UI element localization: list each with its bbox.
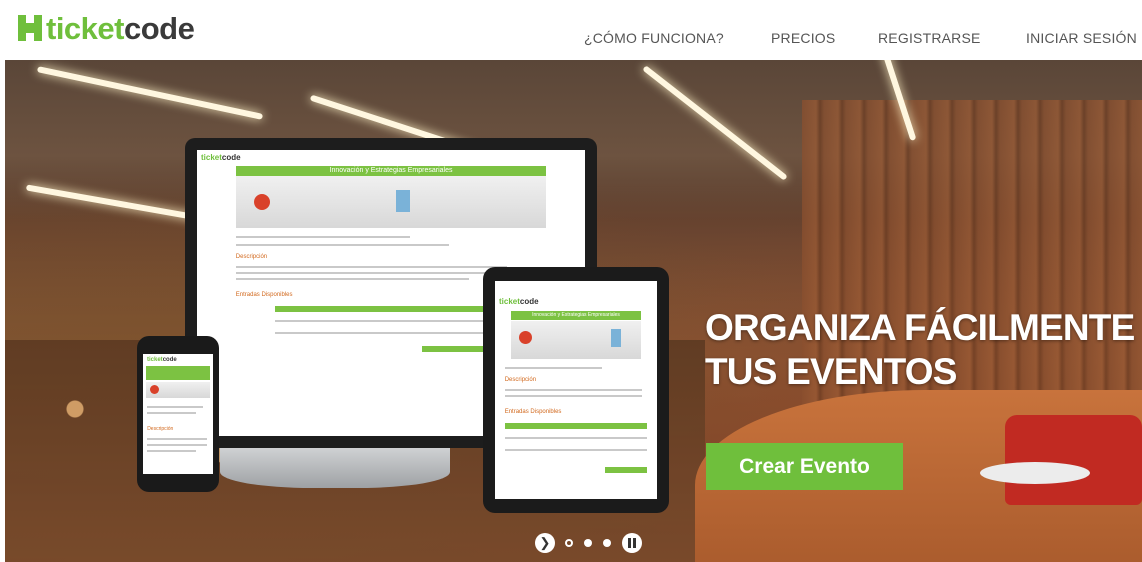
mockup-event-title: Innovación y Estrategias Empresariales (511, 311, 641, 320)
phone-screen: ticketcode Descripción (143, 354, 213, 474)
building-icon (611, 329, 622, 347)
mockup-table-row (504, 449, 648, 451)
site-header: ticketcode ¿CÓMO FUNCIONA? PRECIOS REGIS… (0, 0, 1142, 60)
mockup-logo: ticketcode (147, 357, 177, 363)
mockup-event-image (511, 321, 641, 359)
building-icon (395, 190, 410, 212)
main-nav: ¿CÓMO FUNCIONA? PRECIOS REGISTRARSE INIC… (0, 30, 1142, 52)
mockup-table-row (504, 437, 648, 439)
mockup-event-title: Innovación y Estrategias Empresariales (235, 166, 547, 176)
mockup-text-line (504, 389, 643, 391)
pause-icon[interactable] (622, 533, 642, 553)
mockup-text-line (147, 406, 204, 408)
hero-background-sofa (1005, 415, 1142, 505)
carousel-dot-2[interactable] (584, 539, 592, 547)
hero-headline: ORGANIZA FÁCILMENTE TUS EVENTOS (705, 306, 1135, 394)
head-icon (149, 385, 159, 394)
mockup-table-row (274, 332, 488, 334)
mockup-text-line (504, 367, 602, 369)
mockup-tickets-heading: Entradas Disponibles (504, 409, 562, 415)
nav-como-funciona[interactable]: ¿CÓMO FUNCIONA? (584, 30, 724, 46)
chevron-right-icon[interactable]: ❯ (535, 533, 555, 553)
carousel-dot-1[interactable] (565, 539, 573, 547)
mockup-logo: ticketcode (201, 153, 241, 162)
hero-headline-line-1: ORGANIZA FÁCILMENTE (705, 307, 1135, 348)
tablet-screen: ticketcode Innovación y Estrategias Empr… (495, 281, 657, 499)
hero-headline-line-2: TUS EVENTOS (705, 351, 957, 392)
mockup-text-line (235, 236, 411, 238)
mockup-register-button (605, 467, 648, 473)
mockup-text-line (147, 412, 197, 414)
nav-iniciar-sesion[interactable]: INICIAR SESIÓN (1026, 30, 1137, 46)
mockup-register-button (422, 346, 488, 352)
mockup-text-line (147, 450, 197, 452)
mockup-text-line (235, 278, 469, 280)
phone-mockup: ticketcode Descripción (137, 336, 219, 492)
mockup-table-header (274, 306, 488, 312)
mockup-description-heading: Descripción (504, 377, 537, 383)
hero-background-table (980, 462, 1090, 484)
crear-evento-button[interactable]: Crear Evento (706, 443, 903, 490)
nav-precios[interactable]: PRECIOS (771, 30, 835, 46)
mockup-tickets-heading: Entradas Disponibles (235, 292, 293, 298)
mockup-event-image (145, 382, 211, 398)
mockup-text-line (235, 272, 508, 274)
mockup-table-header (504, 423, 648, 429)
hero-slider: ticketcode Innovación y Estrategias Empr… (5, 60, 1142, 562)
mockup-description-heading: Descripción (235, 254, 268, 260)
mockup-text-line (504, 395, 643, 397)
mockup-description-heading: Descripción (147, 426, 174, 432)
mockup-event-banner (145, 366, 211, 380)
monitor-stand (220, 448, 450, 488)
mockup-logo: ticketcode (499, 297, 539, 306)
mockup-text-line (235, 266, 508, 268)
head-icon (519, 331, 533, 344)
head-icon (253, 194, 270, 210)
mockup-text-line (147, 438, 207, 440)
mockup-event-image (235, 176, 547, 228)
tablet-mockup: ticketcode Innovación y Estrategias Empr… (483, 267, 669, 513)
carousel-dot-3[interactable] (603, 539, 611, 547)
mockup-text-line (235, 244, 450, 246)
mockup-table-row (274, 320, 488, 322)
mockup-text-line (147, 444, 207, 446)
nav-registrarse[interactable]: REGISTRARSE (878, 30, 981, 46)
carousel-controls: ❯ (535, 532, 642, 554)
